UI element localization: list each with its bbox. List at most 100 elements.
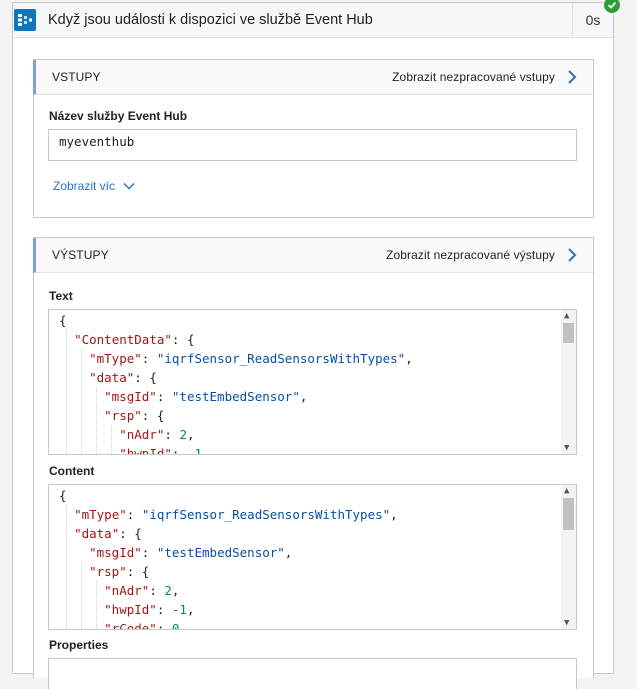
code-line: "msgId": "testEmbedSensor",: [59, 543, 398, 562]
content-output-box[interactable]: { "mType": "iqrfSensor_ReadSensorsWithTy…: [48, 484, 577, 630]
code-token: : {: [119, 526, 142, 541]
run-step-card: Když jsou události k dispozici ve službě…: [12, 0, 621, 689]
code-token: ,: [284, 545, 293, 560]
code-token: "mType": [74, 507, 127, 522]
content-scroll-thumb[interactable]: [563, 498, 574, 530]
code-token: "ContentData": [74, 332, 172, 347]
code-token: 2: [164, 583, 172, 598]
show-more-label: Zobrazit víc: [53, 179, 116, 193]
code-token: "rsp": [89, 564, 127, 579]
content-code-content: { "mType": "iqrfSensor_ReadSensorsWithTy…: [59, 486, 398, 630]
code-token: "msgId": [104, 389, 157, 404]
code-token: "data": [74, 526, 120, 541]
event-hub-name-value: myeventhub: [59, 134, 135, 149]
code-token: "hwpId": [104, 602, 157, 617]
code-line: "nAdr": 2,: [59, 581, 398, 600]
trigger-title: Když jsou události k dispozici ve službě…: [48, 12, 373, 28]
code-token: : {: [126, 564, 150, 579]
indent-guide: [81, 562, 82, 629]
outputs-heading: VÝSTUPY: [52, 248, 109, 262]
event-hub-name-field[interactable]: myeventhub: [48, 129, 577, 161]
code-token: :: [164, 427, 180, 442]
code-token: "nAdr": [119, 427, 165, 442]
indent-guide: [96, 387, 97, 454]
scroll-down-icon[interactable]: ▼: [564, 618, 569, 628]
success-check-icon: [603, 0, 621, 14]
code-token: ,: [186, 427, 195, 442]
indent-guide: [66, 505, 67, 629]
chevron-right-icon[interactable]: [567, 69, 577, 85]
indent-guide: [81, 349, 82, 454]
event-hub-name-label: Název služby Event Hub: [49, 109, 188, 123]
code-line: {: [59, 486, 398, 505]
code-line: "rsp": {: [59, 562, 398, 581]
code-token: "testEmbedSensor": [171, 389, 300, 404]
code-token: ,: [179, 621, 187, 630]
scroll-up-icon[interactable]: ▲: [564, 311, 569, 321]
scroll-up-icon[interactable]: ▲: [564, 486, 569, 496]
code-token: "data": [89, 370, 135, 385]
code-token: :: [149, 583, 165, 598]
code-token: ,: [202, 446, 210, 455]
inputs-header: VSTUPY Zobrazit nezpracované vstupy: [33, 60, 593, 95]
code-token: ,: [299, 389, 308, 404]
show-more-button[interactable]: Zobrazit víc: [53, 179, 135, 193]
code-line: "rsp": {: [59, 406, 413, 425]
code-token: ,: [390, 507, 398, 522]
code-line: {: [59, 311, 413, 330]
code-token: -1: [171, 602, 187, 617]
properties-label: Properties: [49, 638, 109, 652]
text-label: Text: [49, 289, 73, 303]
code-line: "data": {: [59, 524, 398, 543]
code-token: "mType": [89, 351, 142, 366]
code-token: "testEmbedSensor": [156, 545, 285, 560]
outputs-header: VÝSTUPY Zobrazit nezpracované výstupy: [33, 238, 593, 273]
code-line: "ContentData": {: [59, 330, 413, 349]
chevron-right-icon[interactable]: [567, 247, 577, 263]
code-line: "msgId": "testEmbedSensor",: [59, 387, 413, 406]
trigger-header[interactable]: Když jsou události k dispozici ve službě…: [13, 0, 621, 38]
code-line: "nAdr": 2,: [59, 425, 413, 444]
code-line: "hwpId": -1,: [59, 600, 398, 619]
content-scrollbar[interactable]: ▲ ▼: [561, 485, 576, 629]
code-line: "data": {: [59, 368, 413, 387]
code-token: :: [126, 507, 142, 522]
event-hub-icon: [14, 9, 36, 31]
code-token: "iqrfSensor_ReadSensorsWithTypes": [141, 507, 391, 522]
code-line: "hwpId": -1,: [59, 444, 413, 455]
indent-guide: [111, 425, 112, 454]
code-token: : {: [171, 332, 195, 347]
indent-guide: [66, 330, 67, 454]
text-scrollbar[interactable]: ▲ ▼: [561, 310, 576, 454]
indent-guide: [96, 581, 97, 629]
properties-output-box[interactable]: [48, 658, 577, 689]
code-token: "hwpId": [119, 446, 172, 455]
scroll-down-icon[interactable]: ▼: [564, 443, 569, 453]
text-scroll-thumb[interactable]: [563, 323, 574, 343]
text-output-box[interactable]: { "ContentData": { "mType": "iqrfSensor_…: [48, 309, 577, 455]
show-raw-inputs-link[interactable]: Zobrazit nezpracované vstupy: [392, 60, 555, 94]
code-line: "rCode": 0,: [59, 619, 398, 630]
inputs-heading: VSTUPY: [52, 70, 101, 84]
code-token: "iqrfSensor_ReadSensorsWithTypes": [156, 351, 406, 366]
code-token: "rCode": [104, 621, 157, 630]
code-token: :: [156, 389, 172, 404]
code-token: :: [156, 602, 172, 617]
code-token: :: [141, 351, 157, 366]
code-token: : {: [134, 370, 157, 385]
inputs-section: VSTUPY Zobrazit nezpracované vstupy Náze…: [33, 59, 594, 218]
show-raw-outputs-link[interactable]: Zobrazit nezpracované výstupy: [386, 238, 555, 272]
code-token: "msgId": [89, 545, 142, 560]
content-label: Content: [49, 464, 95, 478]
code-token: {: [59, 488, 67, 503]
code-token: ,: [405, 351, 413, 366]
code-token: "rsp": [104, 408, 142, 423]
code-token: "nAdr": [104, 583, 150, 598]
code-token: -1: [186, 446, 203, 455]
code-token: ,: [186, 602, 195, 617]
code-token: {: [59, 313, 67, 328]
